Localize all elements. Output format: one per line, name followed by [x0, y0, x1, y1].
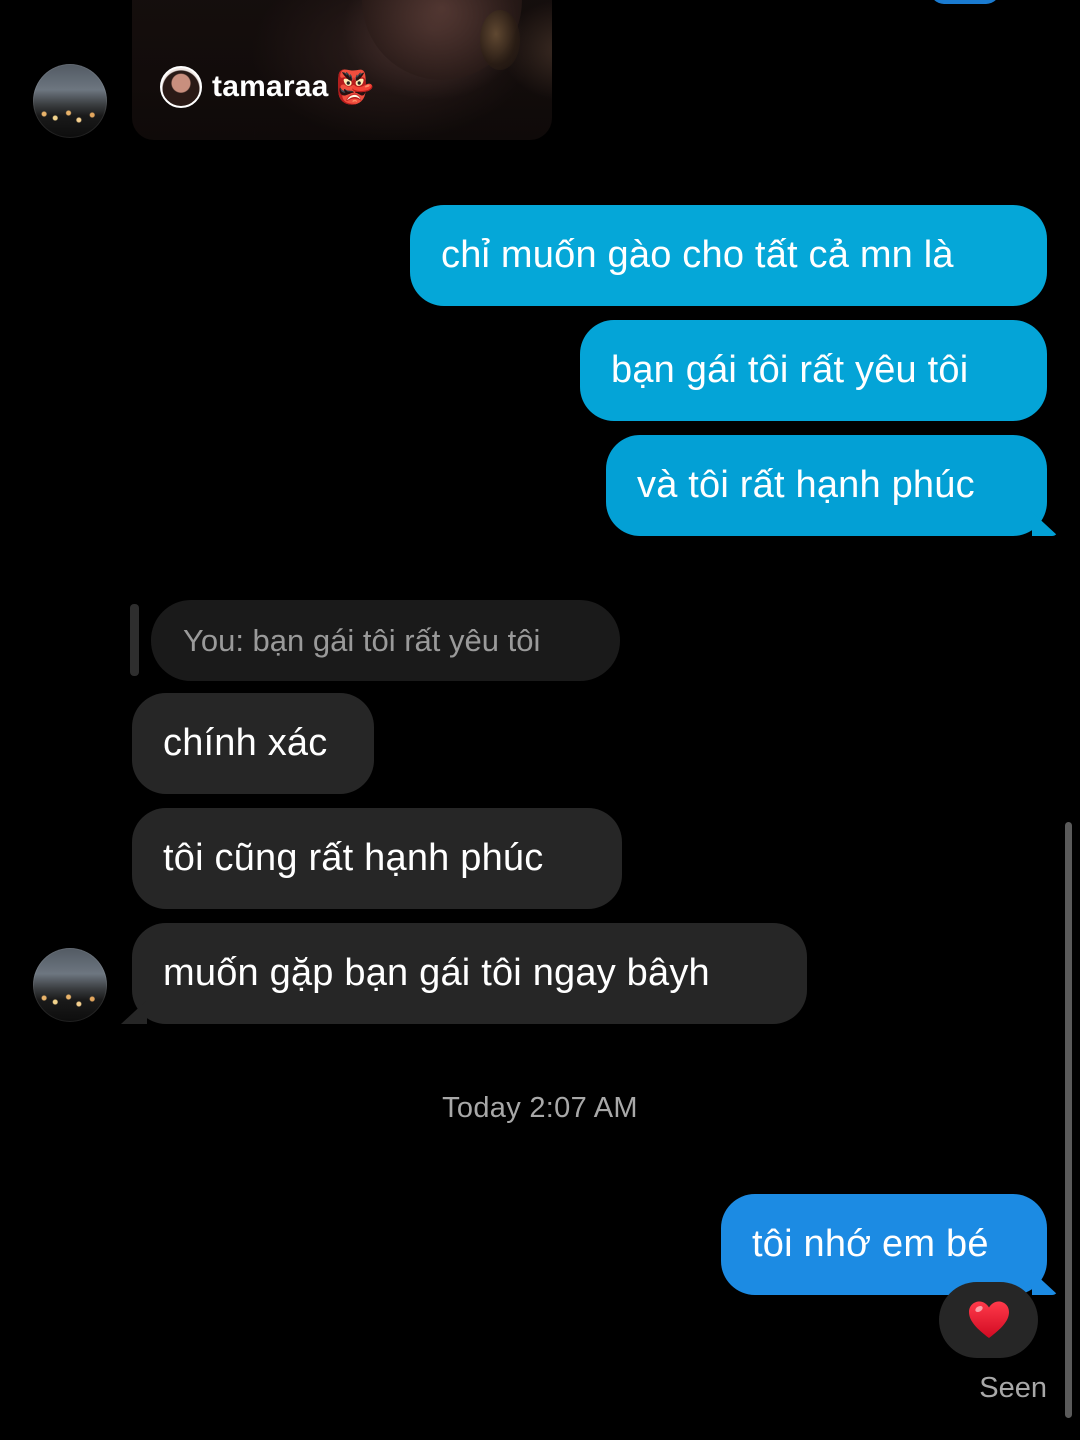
received-message[interactable]: tôi cũng rất hạnh phúc [132, 808, 622, 909]
message-text: tôi cũng rất hạnh phúc [163, 837, 544, 879]
message-text: chỉ muốn gào cho tất cả mn là [441, 234, 954, 276]
message-text: bạn gái tôi rất yêu tôi [611, 349, 969, 391]
sent-message[interactable]: tôi nhớ em bé [721, 1194, 1058, 1295]
received-message[interactable]: chính xác [132, 693, 374, 794]
reply-quote[interactable]: You: bạn gái tôi rất yêu tôi [151, 600, 620, 681]
message-text: tôi nhớ em bé [752, 1223, 989, 1265]
message-text: muốn gặp bạn gái tôi ngay bâyh [163, 952, 710, 994]
owner-avatar[interactable] [160, 66, 202, 108]
message-reaction[interactable] [939, 1282, 1038, 1358]
post-image-detail [480, 10, 520, 70]
sent-message[interactable]: bạn gái tôi rất yêu tôi [580, 320, 1047, 421]
bubble-tail [1032, 512, 1058, 536]
heart-icon [967, 1300, 1011, 1340]
reply-indicator-bar [130, 604, 139, 676]
sent-message[interactable]: chỉ muốn gào cho tất cả mn là [410, 205, 1047, 306]
received-message[interactable]: muốn gặp bạn gái tôi ngay bâyh [121, 923, 807, 1024]
shared-post-preview[interactable]: tamaraa 👺 [132, 0, 552, 140]
owner-emoji: 👺 [334, 69, 375, 105]
scrollbar[interactable] [1065, 822, 1072, 1418]
message-text: và tôi rất hạnh phúc [637, 464, 975, 506]
owner-username[interactable]: tamaraa [212, 70, 328, 104]
shared-post-owner[interactable]: tamaraa 👺 [160, 66, 374, 108]
contact-avatar[interactable] [33, 64, 107, 138]
corner-ribbon [930, 0, 1000, 4]
message-text: chính xác [163, 722, 328, 764]
bubble-tail [121, 1000, 147, 1024]
sent-message[interactable]: và tôi rất hạnh phúc [606, 435, 1058, 536]
message-timestamp: Today 2:07 AM [442, 1092, 638, 1124]
reply-quote-text: You: bạn gái tôi rất yêu tôi [183, 623, 541, 658]
contact-avatar[interactable] [33, 948, 107, 1022]
seen-status: Seen [979, 1372, 1047, 1404]
bubble-tail [1032, 1271, 1058, 1295]
